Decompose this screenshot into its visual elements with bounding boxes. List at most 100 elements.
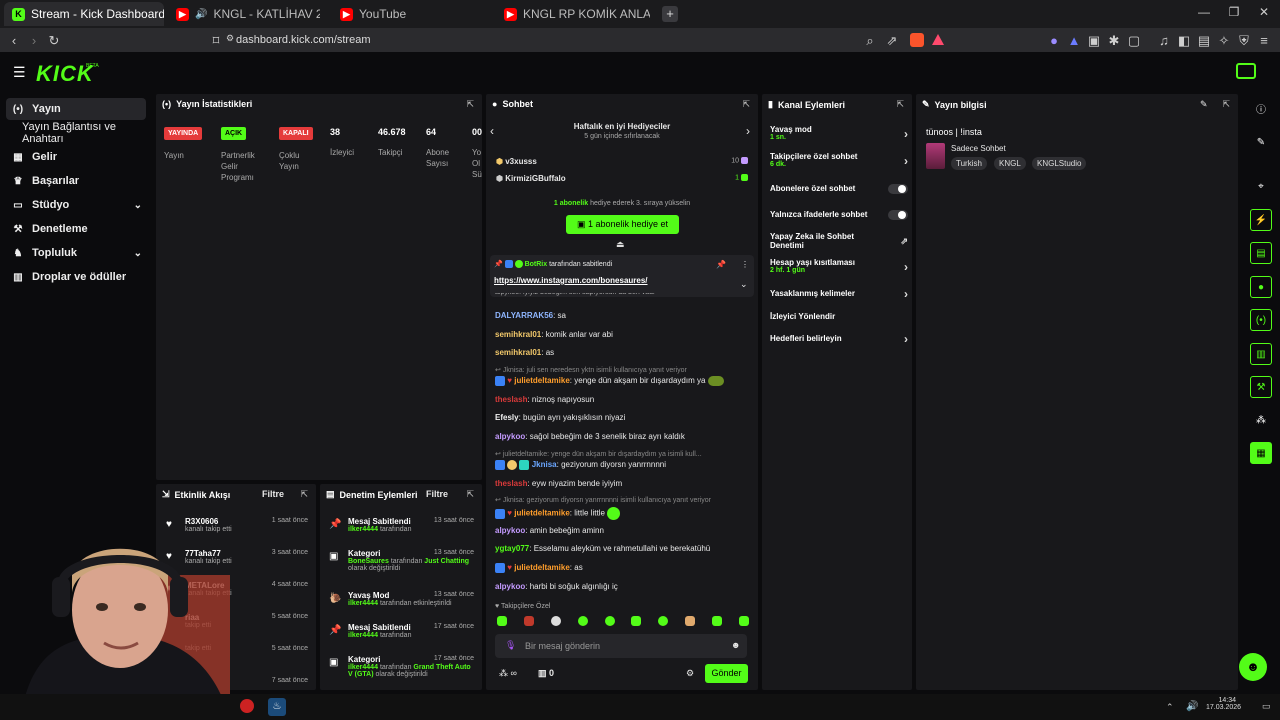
filter-button[interactable]: Filtre — [426, 489, 448, 499]
steam-icon[interactable]: ♨ — [268, 698, 286, 716]
goals-item[interactable]: Hedefleri belirleyin › — [770, 332, 908, 346]
chat-username[interactable]: julietdeltamike — [514, 563, 570, 572]
emoji-icon[interactable]: ☻ — [731, 640, 740, 650]
pinned-link[interactable]: https://www.instagram.com/bonesaures/ — [494, 276, 648, 285]
gift-subscription-button[interactable]: ▣ 1 abonelik hediye et — [566, 215, 679, 234]
tag-chip[interactable]: KNGLStudio — [1032, 157, 1087, 170]
tag-chip[interactable]: Turkish — [951, 157, 987, 170]
wallet-icon[interactable]: ▤ — [1196, 33, 1212, 49]
chat-username[interactable]: theslash — [495, 395, 527, 404]
sidebar-item-gelir[interactable]: ▦ Gelir — [6, 146, 146, 168]
popout-icon[interactable]: ⇱ — [466, 99, 474, 110]
account-age-item[interactable]: Hesap yaşı kısıtlaması 2 hf. 1 gün › — [770, 258, 908, 278]
chat-username[interactable]: alpykoo — [495, 582, 525, 591]
popout-icon[interactable]: ⇱ — [300, 489, 308, 500]
emote-icon[interactable] — [712, 616, 722, 626]
extensions-puzzle-icon[interactable]: ✱ — [1106, 33, 1122, 49]
collapse-icon[interactable]: ⏏ — [616, 239, 625, 250]
sidebar-item-studyo[interactable]: ▭ Stüdyo ⌄ — [6, 194, 146, 216]
popout-icon[interactable]: ⇱ — [896, 99, 904, 110]
chat-bubble-icon[interactable]: ● — [1250, 276, 1272, 298]
chat-username[interactable]: julietdeltamike — [514, 509, 570, 518]
prev-arrow-icon[interactable]: ‹ — [490, 124, 494, 138]
chat-username[interactable]: ygtay077 — [495, 544, 529, 553]
app-icon[interactable] — [240, 699, 254, 713]
reload-icon[interactable]: ↻ — [46, 33, 62, 49]
chat-username[interactable]: semihkral01 — [495, 330, 541, 339]
restore-icon[interactable]: ❐ — [1224, 5, 1244, 19]
calculator-icon[interactable]: ▦ — [1250, 442, 1272, 464]
sidebar-toggle-icon[interactable]: ◧ — [1176, 33, 1192, 49]
emote-icon[interactable] — [523, 616, 534, 626]
help-bubble-icon[interactable]: ☻ — [1239, 653, 1267, 681]
apps-icon[interactable]: ⁂ — [1250, 409, 1272, 431]
filter-button[interactable]: Filtre — [262, 489, 284, 499]
hammer-icon[interactable]: ⚒ — [1250, 376, 1272, 398]
extension-icon[interactable]: ● — [1046, 33, 1062, 48]
sidebar-item-topluluk[interactable]: ♞ Topluluk ⌄ — [6, 242, 146, 264]
tag-chip[interactable]: KNGL — [994, 157, 1026, 170]
banned-words-item[interactable]: Yasaklanmış kelimeler › — [770, 287, 908, 301]
gift-counter[interactable]: ▥ 0 — [538, 668, 554, 679]
info-icon[interactable]: ⓘ — [1250, 97, 1272, 119]
lightning-icon[interactable]: ⚡ — [1250, 209, 1272, 231]
edit-layout-icon[interactable]: ✎ — [1250, 131, 1272, 153]
notifications-icon[interactable]: ▭ — [1262, 701, 1271, 712]
tab-kick-dashboard[interactable]: K Stream - Kick Dashboard ✕ — [4, 2, 164, 26]
sidebar-item-yayin[interactable]: (•) Yayın — [6, 98, 146, 120]
slow-mode-item[interactable]: Yavaş mod 1 sn. › — [770, 125, 908, 145]
chevron-down-icon[interactable]: ⌄ — [740, 279, 748, 290]
emote-icon[interactable] — [658, 616, 669, 626]
list-icon[interactable]: ▥ — [1250, 343, 1272, 365]
send-button[interactable]: Gönder — [705, 664, 748, 683]
popout-icon[interactable]: ⇱ — [466, 489, 474, 500]
chat-username[interactable]: Jknisa — [532, 460, 557, 469]
settings-icon[interactable]: ⚙ — [686, 668, 694, 679]
chat-username[interactable]: DALYARRAK56 — [495, 311, 553, 320]
address-bar[interactable]: dashboard.kick.com/stream — [236, 34, 371, 46]
brave-rewards-icon[interactable] — [932, 34, 944, 45]
tab-katlihav[interactable]: ▶ 🔊 KNGL - KATLİHAV 2 (Offical Video) — [168, 2, 328, 26]
extension-icon[interactable]: ▲ — [1066, 33, 1082, 48]
brave-shield-icon[interactable] — [910, 33, 924, 47]
chat-username[interactable]: alpykoo — [495, 526, 525, 535]
sidebar-item-droplar[interactable]: ▥ Droplar ve ödüller — [6, 266, 146, 288]
popout-icon[interactable]: ⇱ — [742, 99, 750, 110]
menu-icon[interactable]: ≡ — [1256, 33, 1272, 48]
vpn-icon[interactable]: ⛨ — [1236, 33, 1252, 49]
emote-icon[interactable] — [497, 616, 507, 626]
zoom-icon[interactable]: ⌕ — [862, 33, 878, 49]
back-icon[interactable]: ‹ — [6, 33, 22, 48]
chat-username[interactable]: theslash — [495, 479, 527, 488]
emote-icon[interactable] — [577, 616, 588, 626]
tab-kngl-rp[interactable]: ▶ KNGL RP KOMİK ANLAR #7 - YouTube — [496, 2, 658, 26]
share-icon[interactable]: ⇗ — [884, 33, 900, 49]
document-icon[interactable]: ▤ — [1250, 242, 1272, 264]
minimize-icon[interactable]: — — [1194, 5, 1214, 19]
chat-input-placeholder[interactable]: Bir mesaj gönderin — [525, 641, 600, 651]
media-icon[interactable]: ♫ — [1156, 33, 1172, 48]
emote-icon[interactable] — [631, 616, 642, 626]
ai-moderation-item[interactable]: Yapay Zeka ile Sohbet Denetimi ⇗ — [770, 232, 908, 252]
emote-icon[interactable] — [685, 616, 696, 626]
extension-icon[interactable]: ▣ — [1086, 33, 1102, 49]
subscribers-only-toggle[interactable] — [888, 184, 908, 194]
edit-stream-info-icon[interactable]: ✎ — [1200, 99, 1208, 110]
new-tab-button[interactable]: + — [662, 6, 678, 22]
close-window-icon[interactable]: ✕ — [1254, 5, 1274, 19]
emotes-only-toggle[interactable] — [888, 210, 908, 220]
volume-icon[interactable]: 🔊 — [1186, 701, 1198, 712]
points-indicator[interactable]: ⁂ ∞ — [499, 668, 517, 679]
chat-username[interactable]: Efesly — [495, 413, 519, 422]
tray-expand-icon[interactable]: ⌃ — [1166, 702, 1174, 713]
more-options-icon[interactable]: ⋮ — [741, 260, 749, 269]
unpin-icon[interactable]: 📌 — [716, 260, 726, 269]
sidebar-item-stream-key[interactable]: Yayın Bağlantısı ve Anahtarı — [16, 121, 152, 145]
followers-only-item[interactable]: Takipçilere özel sohbet 6 dk. › — [770, 152, 908, 172]
clock[interactable]: 14:34 17.03.2026 — [1206, 697, 1241, 711]
hamburger-menu-icon[interactable]: ☰ — [13, 64, 26, 81]
leo-ai-icon[interactable]: ✧ — [1216, 33, 1232, 49]
raid-item[interactable]: İzleyici Yönlendir — [770, 312, 908, 324]
chat-username[interactable]: alpykoo — [495, 432, 525, 441]
chat-username[interactable]: semihkral01 — [495, 348, 541, 357]
